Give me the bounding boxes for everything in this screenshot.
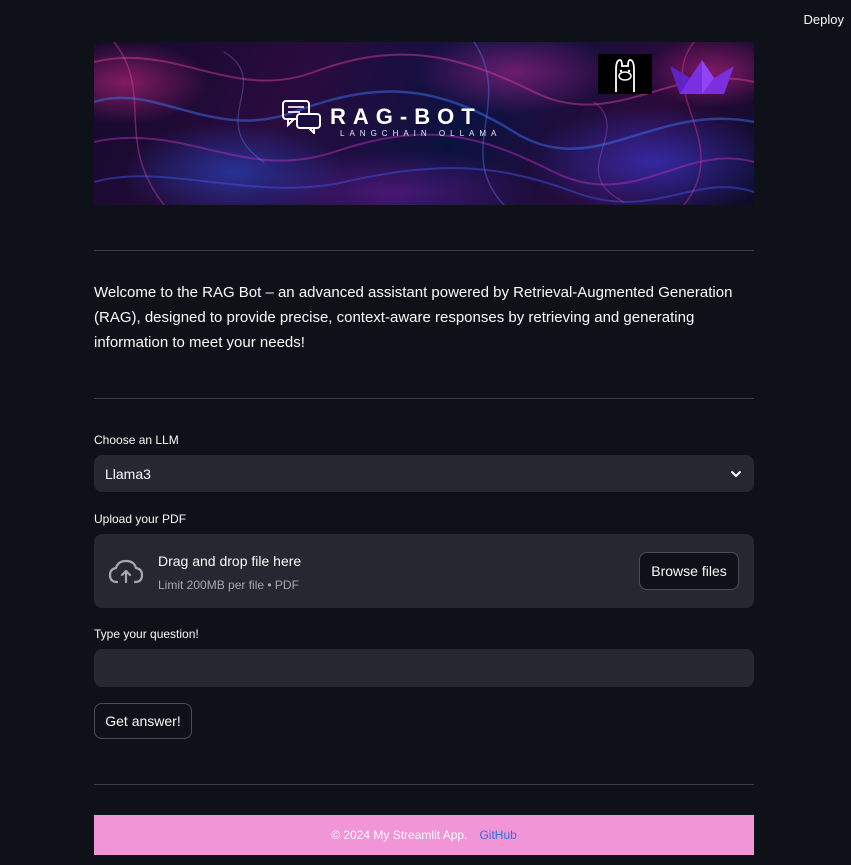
footer-copyright: © 2024 My Streamlit App. xyxy=(331,828,468,842)
divider-bottom xyxy=(94,784,754,785)
llama-icon xyxy=(598,54,652,94)
question-input[interactable] xyxy=(94,649,754,687)
llm-select-label: Choose an LLM xyxy=(94,433,179,447)
browse-files-button[interactable]: Browse files xyxy=(639,552,739,590)
banner-subtitle: LANGCHAIN OLLAMA xyxy=(340,129,502,138)
question-label: Type your question! xyxy=(94,627,199,641)
boat-icon xyxy=(670,60,734,94)
banner-title: RAG-BOT xyxy=(330,104,482,129)
chat-bubbles-icon xyxy=(282,100,321,134)
cloud-upload-icon xyxy=(108,559,144,584)
github-link[interactable]: GitHub xyxy=(479,828,516,842)
divider-middle xyxy=(94,398,754,399)
file-dropzone[interactable]: Drag and drop file here Limit 200MB per … xyxy=(94,534,754,608)
dropzone-limit: Limit 200MB per file • PDF xyxy=(158,578,299,592)
upload-label: Upload your PDF xyxy=(94,512,187,526)
header-banner: RAG-BOT LANGCHAIN OLLAMA xyxy=(94,42,754,205)
welcome-text: Welcome to the RAG Bot – an advanced ass… xyxy=(94,284,733,351)
footer: © 2024 My Streamlit App. GitHub xyxy=(94,815,754,855)
divider-top xyxy=(94,250,754,251)
app-page: Deploy RAG-BOT LANGCHAIN OLLAMA Welcome … xyxy=(0,0,851,865)
get-answer-button[interactable]: Get answer! xyxy=(94,703,192,739)
dropzone-title: Drag and drop file here xyxy=(158,553,302,569)
deploy-button[interactable]: Deploy xyxy=(804,12,844,27)
chevron-down-icon xyxy=(731,470,741,477)
llm-select-value: Llama3 xyxy=(105,465,151,482)
llm-select[interactable]: Llama3 xyxy=(94,455,754,492)
